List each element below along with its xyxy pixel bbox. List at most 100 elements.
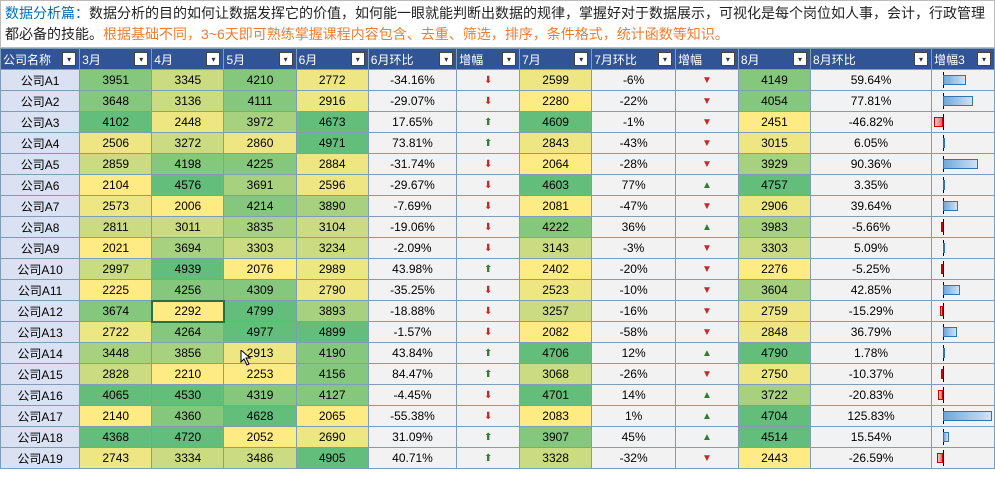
- cell-m7[interactable]: 2083: [520, 406, 592, 427]
- cell-t7[interactable]: ▼: [676, 196, 739, 217]
- cell-m3[interactable]: 2722: [80, 322, 152, 343]
- cell-m6[interactable]: 4971: [296, 133, 368, 154]
- cell-a6[interactable]: ⬇: [457, 322, 520, 343]
- cell-m7[interactable]: 2402: [520, 259, 592, 280]
- cell-databar[interactable]: [932, 343, 995, 364]
- table-row[interactable]: 公司A23648313641112916-29.07%⬇2280-22%▼405…: [1, 91, 995, 112]
- cell-p8[interactable]: 6.05%: [811, 133, 932, 154]
- cell-company[interactable]: 公司A9: [1, 238, 80, 259]
- cell-p6[interactable]: 43.84%: [368, 343, 456, 364]
- cell-company[interactable]: 公司A19: [1, 448, 80, 469]
- cell-m5[interactable]: 2913: [224, 343, 296, 364]
- cell-p6[interactable]: 40.71%: [368, 448, 456, 469]
- table-row[interactable]: 公司A19274333343486490540.71%⬆3328-32%▼244…: [1, 448, 995, 469]
- cell-a6[interactable]: ⬆: [457, 427, 520, 448]
- cell-t7[interactable]: ▲: [676, 217, 739, 238]
- cell-a6[interactable]: ⬇: [457, 196, 520, 217]
- cell-m6[interactable]: 2884: [296, 154, 368, 175]
- cell-m7[interactable]: 3068: [520, 364, 592, 385]
- cell-m4[interactable]: 3694: [152, 238, 224, 259]
- cell-m7[interactable]: 2599: [520, 70, 592, 91]
- cell-m3[interactable]: 2140: [80, 406, 152, 427]
- cell-m7[interactable]: 3907: [520, 427, 592, 448]
- cell-p8[interactable]: -15.29%: [811, 301, 932, 322]
- cell-databar[interactable]: [932, 217, 995, 238]
- cell-company[interactable]: 公司A5: [1, 154, 80, 175]
- cell-m7[interactable]: 4603: [520, 175, 592, 196]
- cell-p8[interactable]: 77.81%: [811, 91, 932, 112]
- cell-p8[interactable]: 125.83%: [811, 406, 932, 427]
- cell-p6[interactable]: -1.57%: [368, 322, 456, 343]
- cell-p8[interactable]: 15.54%: [811, 427, 932, 448]
- cell-a6[interactable]: ⬇: [457, 70, 520, 91]
- table-row[interactable]: 公司A164065453043194127-4.45%⬇470114%▲3722…: [1, 385, 995, 406]
- cell-t7[interactable]: ▲: [676, 427, 739, 448]
- table-row[interactable]: 公司A62104457636912596-29.67%⬇460377%▲4757…: [1, 175, 995, 196]
- cell-m4[interactable]: 4720: [152, 427, 224, 448]
- cell-m7[interactable]: 3328: [520, 448, 592, 469]
- cell-m3[interactable]: 3448: [80, 343, 152, 364]
- cell-a6[interactable]: ⬇: [457, 406, 520, 427]
- cell-p6[interactable]: -18.88%: [368, 301, 456, 322]
- cell-a6[interactable]: ⬇: [457, 238, 520, 259]
- cell-databar[interactable]: [932, 70, 995, 91]
- cell-m4[interactable]: 4576: [152, 175, 224, 196]
- cell-m5[interactable]: 2052: [224, 427, 296, 448]
- cell-t7[interactable]: ▼: [676, 364, 739, 385]
- cell-m3[interactable]: 3674: [80, 301, 152, 322]
- cell-p7[interactable]: -32%: [592, 448, 676, 469]
- cell-p7[interactable]: -1%: [592, 112, 676, 133]
- cell-m8[interactable]: 2443: [738, 448, 810, 469]
- cell-m5[interactable]: 4214: [224, 196, 296, 217]
- cell-m4[interactable]: 3856: [152, 343, 224, 364]
- cell-m6[interactable]: 2596: [296, 175, 368, 196]
- cell-m6[interactable]: 4899: [296, 322, 368, 343]
- cell-databar[interactable]: [932, 301, 995, 322]
- cell-m8[interactable]: 4704: [738, 406, 810, 427]
- cell-p6[interactable]: -31.74%: [368, 154, 456, 175]
- cell-m7[interactable]: 3143: [520, 238, 592, 259]
- cell-m7[interactable]: 2081: [520, 196, 592, 217]
- cell-m3[interactable]: 2021: [80, 238, 152, 259]
- cell-p8[interactable]: -5.25%: [811, 259, 932, 280]
- cell-m5[interactable]: 3486: [224, 448, 296, 469]
- table-row[interactable]: 公司A13951334542102772-34.16%⬇2599-6%▼4149…: [1, 70, 995, 91]
- cell-p8[interactable]: 42.85%: [811, 280, 932, 301]
- cell-databar[interactable]: [932, 91, 995, 112]
- cell-p7[interactable]: -6%: [592, 70, 676, 91]
- cell-m7[interactable]: 4706: [520, 343, 592, 364]
- cell-company[interactable]: 公司A6: [1, 175, 80, 196]
- cell-company[interactable]: 公司A10: [1, 259, 80, 280]
- filter-dropdown-icon[interactable]: ▾: [502, 52, 516, 66]
- cell-m3[interactable]: 2225: [80, 280, 152, 301]
- cell-a6[interactable]: ⬆: [457, 448, 520, 469]
- cell-t7[interactable]: ▼: [676, 154, 739, 175]
- cell-m6[interactable]: 4905: [296, 448, 368, 469]
- cell-p8[interactable]: 59.64%: [811, 70, 932, 91]
- cell-p6[interactable]: -29.67%: [368, 175, 456, 196]
- cell-a6[interactable]: ⬇: [457, 280, 520, 301]
- cell-p6[interactable]: 43.98%: [368, 259, 456, 280]
- filter-dropdown-icon[interactable]: ▾: [721, 52, 735, 66]
- cell-t7[interactable]: ▼: [676, 301, 739, 322]
- cell-company[interactable]: 公司A2: [1, 91, 80, 112]
- cell-m4[interactable]: 3345: [152, 70, 224, 91]
- cell-m5[interactable]: 3972: [224, 112, 296, 133]
- cell-m3[interactable]: 3951: [80, 70, 152, 91]
- cell-p7[interactable]: -47%: [592, 196, 676, 217]
- cell-company[interactable]: 公司A4: [1, 133, 80, 154]
- cell-m7[interactable]: 2523: [520, 280, 592, 301]
- cell-m4[interactable]: 4198: [152, 154, 224, 175]
- cell-company[interactable]: 公司A11: [1, 280, 80, 301]
- cell-m6[interactable]: 4190: [296, 343, 368, 364]
- cell-t7[interactable]: ▲: [676, 175, 739, 196]
- cell-m5[interactable]: 4799: [224, 301, 296, 322]
- cell-a6[interactable]: ⬇: [457, 301, 520, 322]
- cell-m4[interactable]: 3334: [152, 448, 224, 469]
- table-row[interactable]: 公司A112225425643092790-35.25%⬇2523-10%▼36…: [1, 280, 995, 301]
- cell-m5[interactable]: 3835: [224, 217, 296, 238]
- cell-m6[interactable]: 3893: [296, 301, 368, 322]
- cell-m7[interactable]: 2843: [520, 133, 592, 154]
- cell-p8[interactable]: 3.35%: [811, 175, 932, 196]
- cell-m8[interactable]: 4054: [738, 91, 810, 112]
